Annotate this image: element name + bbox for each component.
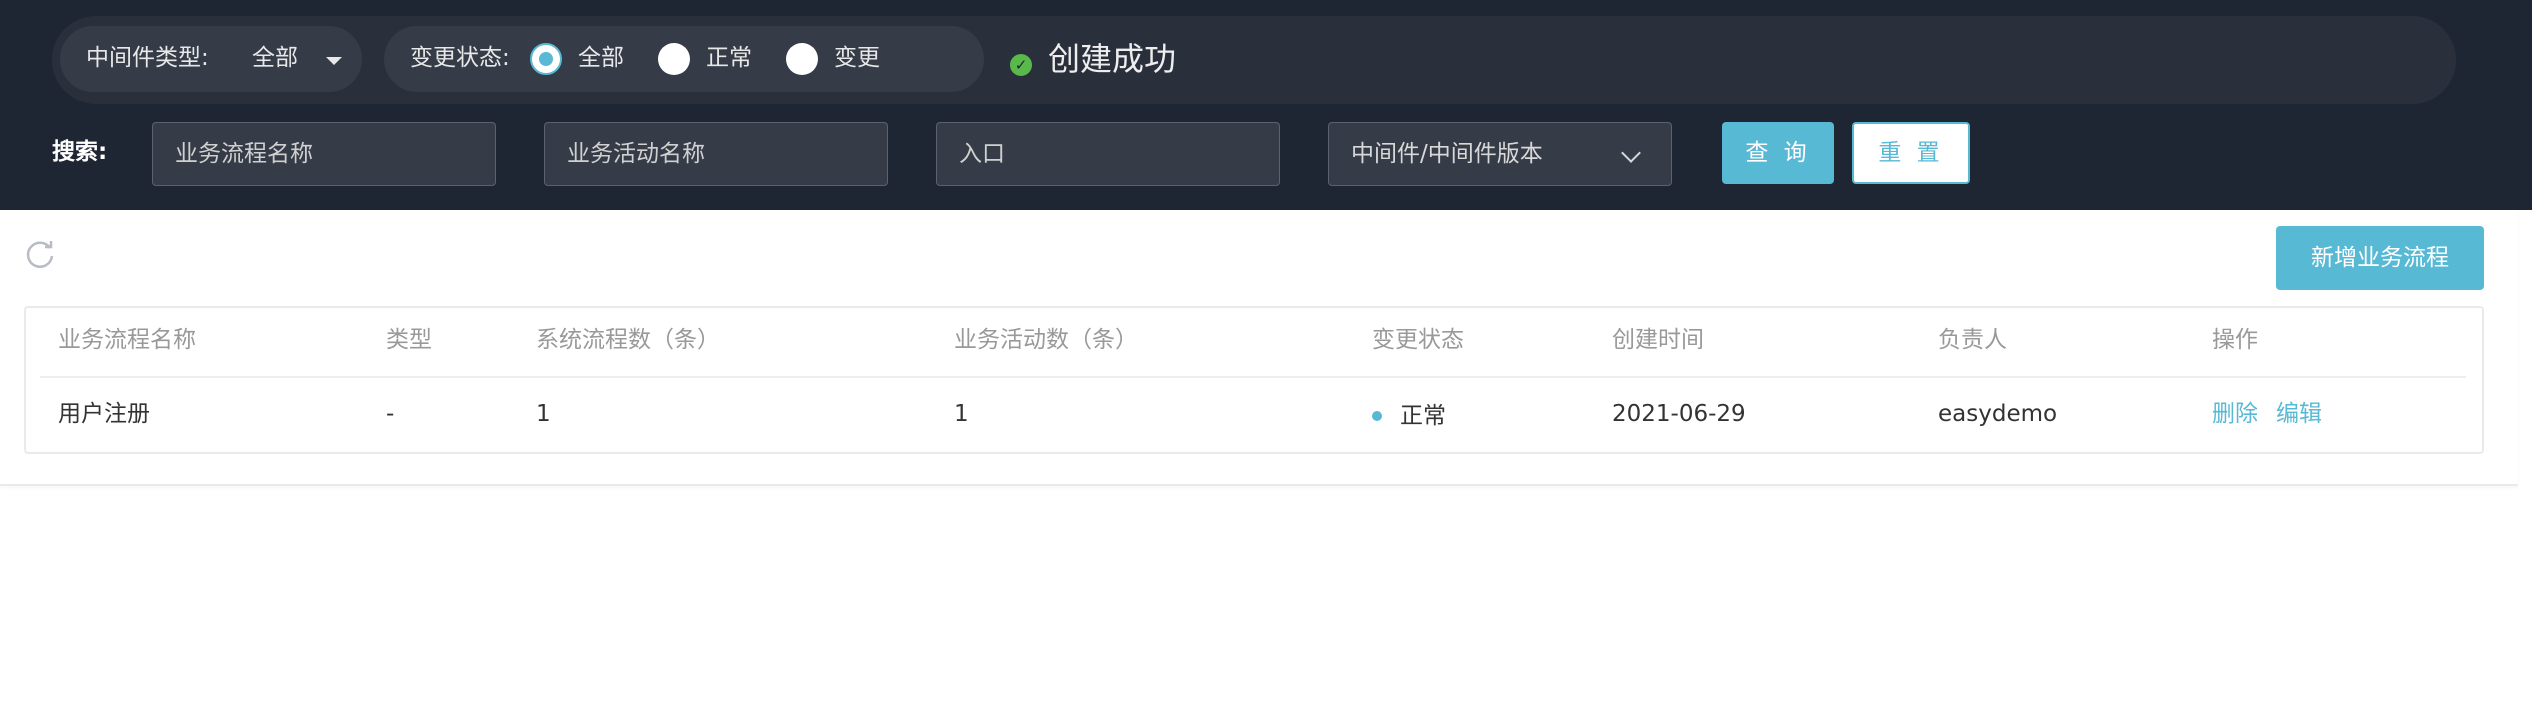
middleware-version-select[interactable]: 中间件/中间件版本: [1328, 122, 1672, 186]
radio-status-all[interactable]: [530, 43, 562, 75]
column-header-system-flows: 系统流程数（条）: [536, 327, 720, 353]
column-header-created: 创建时间: [1612, 327, 1704, 353]
radio-status-normal[interactable]: [658, 43, 690, 75]
radio-status-change[interactable]: [786, 43, 818, 75]
toast-message: 创建成功: [1048, 40, 1177, 78]
radio-label-change[interactable]: 变更: [834, 47, 880, 70]
cell-type: -: [386, 401, 395, 427]
add-business-flow-button[interactable]: 新增业务流程: [2276, 226, 2484, 290]
cell-created: 2021-06-29: [1612, 401, 1746, 427]
search-label: 搜索:: [52, 139, 108, 165]
status-dot-icon: [1372, 411, 1382, 421]
check-circle-icon: ✓: [1010, 54, 1032, 76]
query-button[interactable]: 查 询: [1722, 122, 1834, 184]
column-header-type: 类型: [386, 327, 432, 353]
column-header-flow-name: 业务流程名称: [58, 327, 196, 353]
column-header-owner: 负责人: [1938, 327, 2007, 353]
change-status-label: 变更状态:: [410, 45, 510, 71]
column-header-status: 变更状态: [1372, 327, 1464, 353]
activity-name-input[interactable]: [544, 122, 888, 186]
radio-label-all[interactable]: 全部: [578, 47, 624, 70]
flow-name-input[interactable]: [152, 122, 496, 186]
table-header-divider: [40, 376, 2466, 378]
middleware-type-label: 中间件类型:: [86, 45, 209, 71]
cell-status: 正常: [1400, 403, 1446, 429]
cell-owner: easydemo: [1938, 401, 2058, 427]
radio-label-normal[interactable]: 正常: [706, 47, 752, 70]
column-header-actions: 操作: [2212, 327, 2258, 353]
entry-input[interactable]: [936, 122, 1280, 186]
edit-link[interactable]: 编辑: [2276, 403, 2322, 426]
middleware-version-placeholder: 中间件/中间件版本: [1351, 141, 1543, 167]
middleware-type-value[interactable]: 全部: [252, 47, 298, 70]
reset-button[interactable]: 重 置: [1852, 122, 1970, 184]
column-header-activities: 业务活动数（条）: [954, 327, 1138, 353]
cell-system-flows: 1: [536, 401, 551, 427]
caret-down-icon[interactable]: [326, 57, 342, 65]
cell-activities: 1: [954, 401, 969, 427]
cell-flow-name: 用户注册: [58, 401, 150, 427]
delete-link[interactable]: 删除: [2212, 403, 2258, 426]
refresh-icon[interactable]: [24, 238, 56, 270]
